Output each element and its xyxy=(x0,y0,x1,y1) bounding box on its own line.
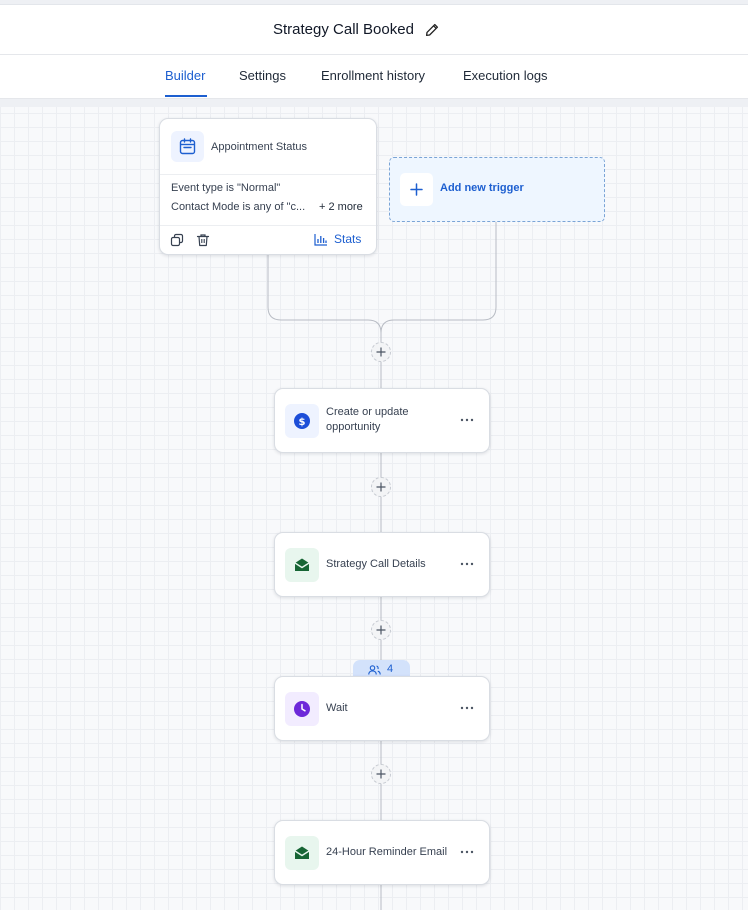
tab-settings[interactable]: Settings xyxy=(239,68,286,83)
action-icon-box xyxy=(285,692,319,726)
more-options-icon[interactable] xyxy=(460,416,474,424)
copy-icon[interactable] xyxy=(170,233,184,247)
action-card-wait[interactable]: Wait xyxy=(274,676,490,741)
more-options-icon[interactable] xyxy=(460,704,474,712)
action-card-reminder-email[interactable]: 24-Hour Reminder Email xyxy=(274,820,490,885)
workflow-title: Strategy Call Booked xyxy=(273,21,414,38)
plus-icon xyxy=(376,347,386,357)
action-card-create-opportunity[interactable]: $ Create or update opportunity xyxy=(274,388,490,453)
users-icon xyxy=(368,665,381,675)
trigger-filter: Event type is "Normal" xyxy=(171,182,281,194)
trash-icon[interactable] xyxy=(196,233,210,247)
trigger-filter: Contact Mode is any of "c... xyxy=(171,201,306,213)
clock-icon xyxy=(294,701,310,717)
action-label: Create or update opportunity xyxy=(326,406,409,433)
add-step-button[interactable] xyxy=(371,764,391,784)
edit-pencil-icon[interactable] xyxy=(424,22,440,38)
action-icon-box: $ xyxy=(285,404,319,438)
action-icon-box xyxy=(285,548,319,582)
trigger-more-filters[interactable]: + 2 more xyxy=(319,201,363,213)
action-label: Strategy Call Details xyxy=(326,558,426,570)
add-step-button[interactable] xyxy=(371,620,391,640)
trigger-icon-box xyxy=(171,131,204,162)
bar-chart-icon xyxy=(314,234,327,246)
action-label: Wait xyxy=(326,702,348,714)
plus-icon xyxy=(376,482,386,492)
dollar-icon: $ xyxy=(294,413,310,429)
wait-contacts-count: 4 xyxy=(387,663,394,675)
active-tab-indicator xyxy=(165,95,207,97)
email-icon xyxy=(294,558,310,571)
stats-label: Stats xyxy=(334,232,362,246)
action-icon-box xyxy=(285,836,319,870)
plus-icon xyxy=(410,183,423,196)
tab-execution-logs[interactable]: Execution logs xyxy=(463,68,548,83)
action-card-strategy-call-details[interactable]: Strategy Call Details xyxy=(274,532,490,597)
more-options-icon[interactable] xyxy=(460,848,474,856)
trigger-name: Appointment Status xyxy=(211,141,308,153)
title-bar: Strategy Call Booked xyxy=(0,5,748,55)
add-step-button[interactable] xyxy=(371,477,391,497)
add-trigger-label: Add new trigger xyxy=(440,182,524,194)
more-options-icon[interactable] xyxy=(460,560,474,568)
tab-bar: Builder Settings Enrollment history Exec… xyxy=(0,55,748,99)
email-icon xyxy=(294,846,310,859)
add-trigger-plus-box xyxy=(400,173,433,206)
trigger-card-header: Appointment Status xyxy=(160,119,376,175)
plus-icon xyxy=(376,625,386,635)
add-new-trigger-button[interactable]: Add new trigger xyxy=(389,157,605,222)
action-label: 24-Hour Reminder Email xyxy=(326,846,448,858)
tab-enrollment-history[interactable]: Enrollment history xyxy=(321,68,425,83)
tab-builder[interactable]: Builder xyxy=(165,68,205,83)
trigger-card-footer: Stats xyxy=(160,225,376,255)
calendar-icon xyxy=(179,138,196,155)
svg-text:$: $ xyxy=(299,417,306,428)
trigger-card[interactable]: Appointment Status Event type is "Normal… xyxy=(159,118,377,255)
add-step-button[interactable] xyxy=(371,342,391,362)
plus-icon xyxy=(376,769,386,779)
workflow-canvas[interactable]: Appointment Status Event type is "Normal… xyxy=(0,99,748,910)
